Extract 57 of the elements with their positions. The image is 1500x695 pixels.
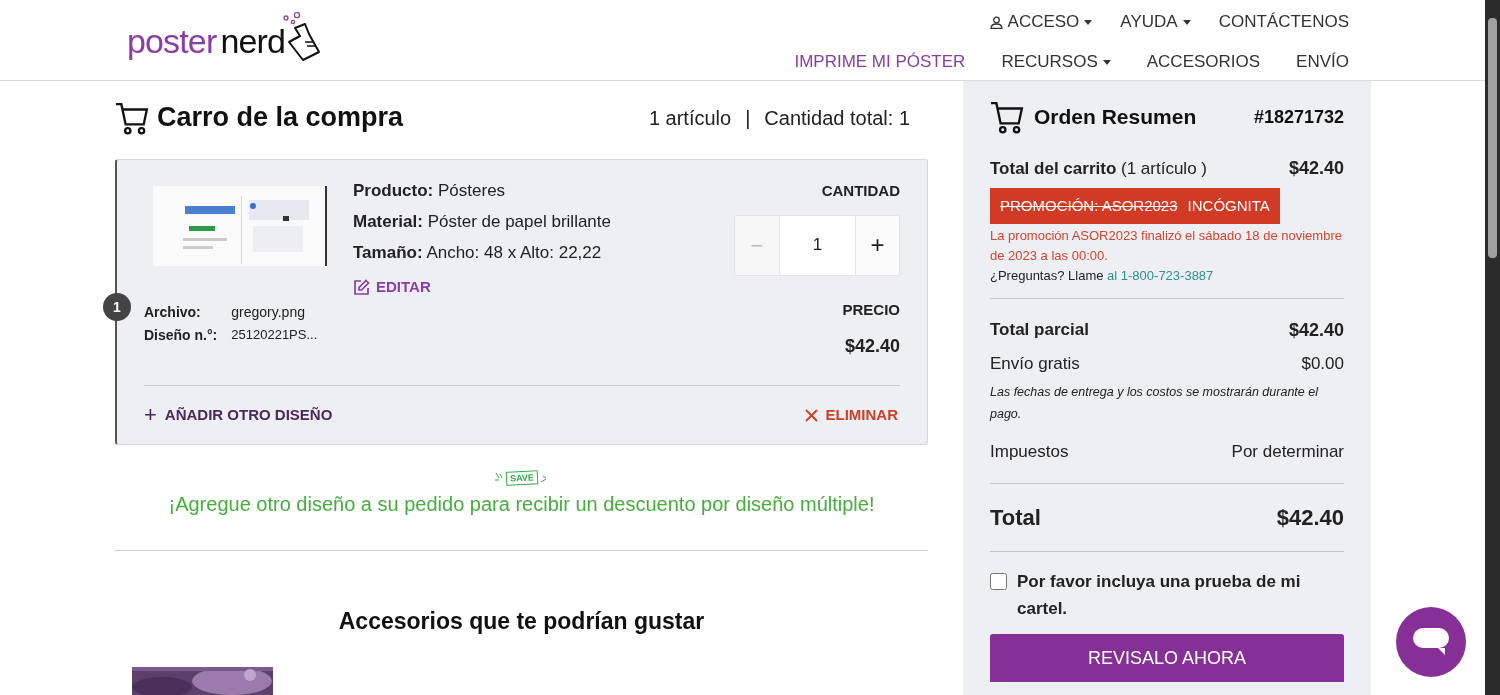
phone-link[interactable]: al 1-800-723-3887 — [1107, 268, 1214, 283]
cart-icon — [990, 100, 1024, 134]
nav-link[interactable]: ACCESORIOS — [1146, 49, 1261, 75]
close-icon — [804, 408, 818, 422]
promotion-message: La promoción ASOR2023 finalizó el sábado 18 de noviembre de 2023 a las 00:00. — [990, 227, 1343, 265]
column-label: CANTIDAD — [821, 181, 900, 202]
product-detail: Tamaño: Ancho: 48 x Alto: 22,22 — [353, 242, 603, 264]
product-detail: Producto: Pósteres — [353, 180, 507, 202]
promotion-tag: PROMOCIÓN: ASOR2023 INCÓGNITA — [990, 188, 1280, 224]
page-title: Carro de la compra — [157, 101, 404, 135]
summary-label: Impuestos — [990, 441, 1069, 464]
summary-value: $0.00 — [1301, 353, 1344, 376]
summary-title: Orden Resumen — [1034, 104, 1197, 131]
nav-link[interactable]: RECURSOS — [1001, 49, 1111, 75]
cart-icon — [115, 100, 149, 135]
quantity-field[interactable]: 1 — [780, 214, 855, 276]
add-design-link[interactable]: + AÑADIR OTRO DISEÑO — [144, 404, 333, 427]
file-name: gregory.png — [231, 303, 306, 323]
nav-link[interactable]: CONTÁCTENOS — [1218, 9, 1349, 35]
summary-value: $42.40 — [1288, 318, 1344, 342]
nav-link[interactable]: ENVÍO — [1296, 49, 1349, 75]
scrollbar[interactable] — [1485, 0, 1500, 695]
item-price: $42.40 — [844, 335, 900, 359]
summary-value: Por determinar — [1231, 441, 1344, 464]
total-value: $42.40 — [1276, 504, 1344, 532]
nav-link[interactable]: AYUDA — [1120, 9, 1191, 35]
edit-icon — [353, 279, 370, 297]
edit-link[interactable]: EDITAR — [353, 276, 734, 299]
nav-link[interactable]: IMPRIME MI PÓSTER — [794, 49, 966, 75]
flask-icon — [283, 12, 322, 64]
product-detail: Material: Póster de papel brillante — [353, 211, 612, 233]
separator: | — [745, 105, 751, 131]
field-label: Archivo: — [144, 303, 202, 323]
summary-label: Total parcial — [990, 319, 1089, 342]
promo-message: ¡Agregue otro diseño a su pedido para recibir un descuento por diseño múltiple! — [168, 492, 875, 518]
logo[interactable]: posternerd — [127, 12, 322, 58]
field-label: Diseño n.°: — [144, 326, 218, 346]
total-label: Total — [990, 504, 1041, 532]
cart-total-label: Total del carrito (1 artículo ) — [990, 157, 1207, 180]
nav-link[interactable]: ACCESO — [989, 9, 1093, 35]
proof-checkbox[interactable] — [990, 573, 1007, 590]
cart-total-value: $42.40 — [1288, 157, 1344, 180]
column-label: PRECIO — [842, 299, 900, 320]
total-quantity: Cantidad total: 1 — [764, 105, 910, 131]
remove-link[interactable]: ELIMINAR — [804, 404, 898, 427]
order-number: #18271732 — [1253, 105, 1344, 129]
item-count: 1 artículo — [648, 105, 732, 131]
item-number-badge: 1 — [103, 293, 131, 322]
proof-label: Por favor incluya una prueba de mi cartel. — [1017, 571, 1302, 620]
increment-button[interactable]: + — [855, 214, 900, 276]
questions-text: ¿Preguntas? Llame al 1-800-723-3887 — [990, 267, 1215, 285]
user-icon — [989, 15, 1003, 29]
review-button[interactable]: REVISALO AHORA — [990, 634, 1344, 682]
delivery-note: Las fechas de entrega y los costos se mostrarán durante el pago. — [990, 384, 1320, 423]
summary-label: Envío gratis — [990, 353, 1080, 376]
design-number: 25120221PS... — [231, 326, 319, 345]
section-title: Accesorios que te podrían gustar — [337, 607, 706, 636]
